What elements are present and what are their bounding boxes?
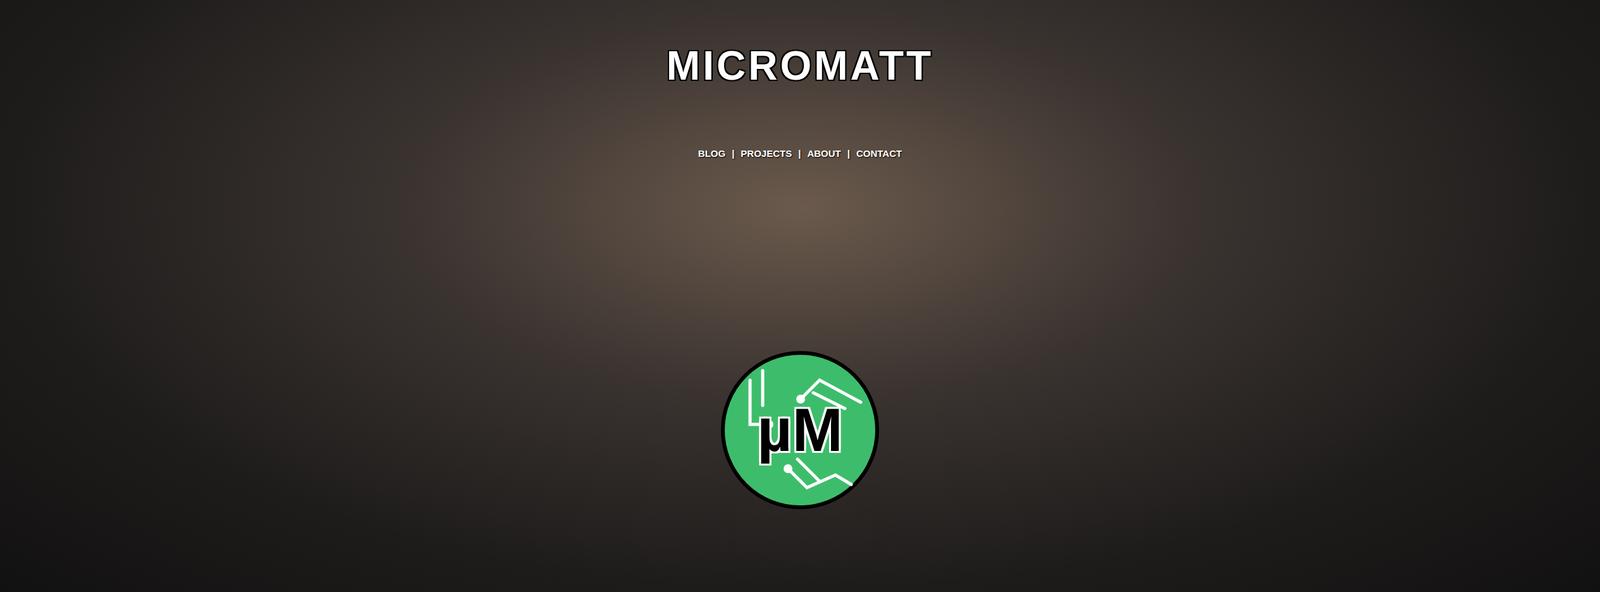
logo[interactable]: µM	[720, 350, 880, 510]
site-title[interactable]: MICROMATT	[666, 45, 934, 87]
nav-separator: |	[798, 146, 801, 162]
hero-page: MICROMATT BLOG | PROJECTS | ABOUT | CONTACT µM	[0, 0, 1600, 592]
main-nav: BLOG | PROJECTS | ABOUT | CONTACT	[698, 146, 902, 162]
logo-text: µM	[756, 399, 843, 461]
nav-link[interactable]: PROJECTS	[740, 146, 792, 162]
nav-separator: |	[847, 146, 850, 162]
nav-link[interactable]: BLOG	[698, 146, 726, 162]
hero-content: MICROMATT BLOG | PROJECTS | ABOUT | CONTACT µM	[0, 0, 1600, 592]
nav-link[interactable]: CONTACT	[856, 146, 902, 162]
nav-separator: |	[731, 146, 735, 162]
nav-link[interactable]: ABOUT	[806, 146, 841, 162]
